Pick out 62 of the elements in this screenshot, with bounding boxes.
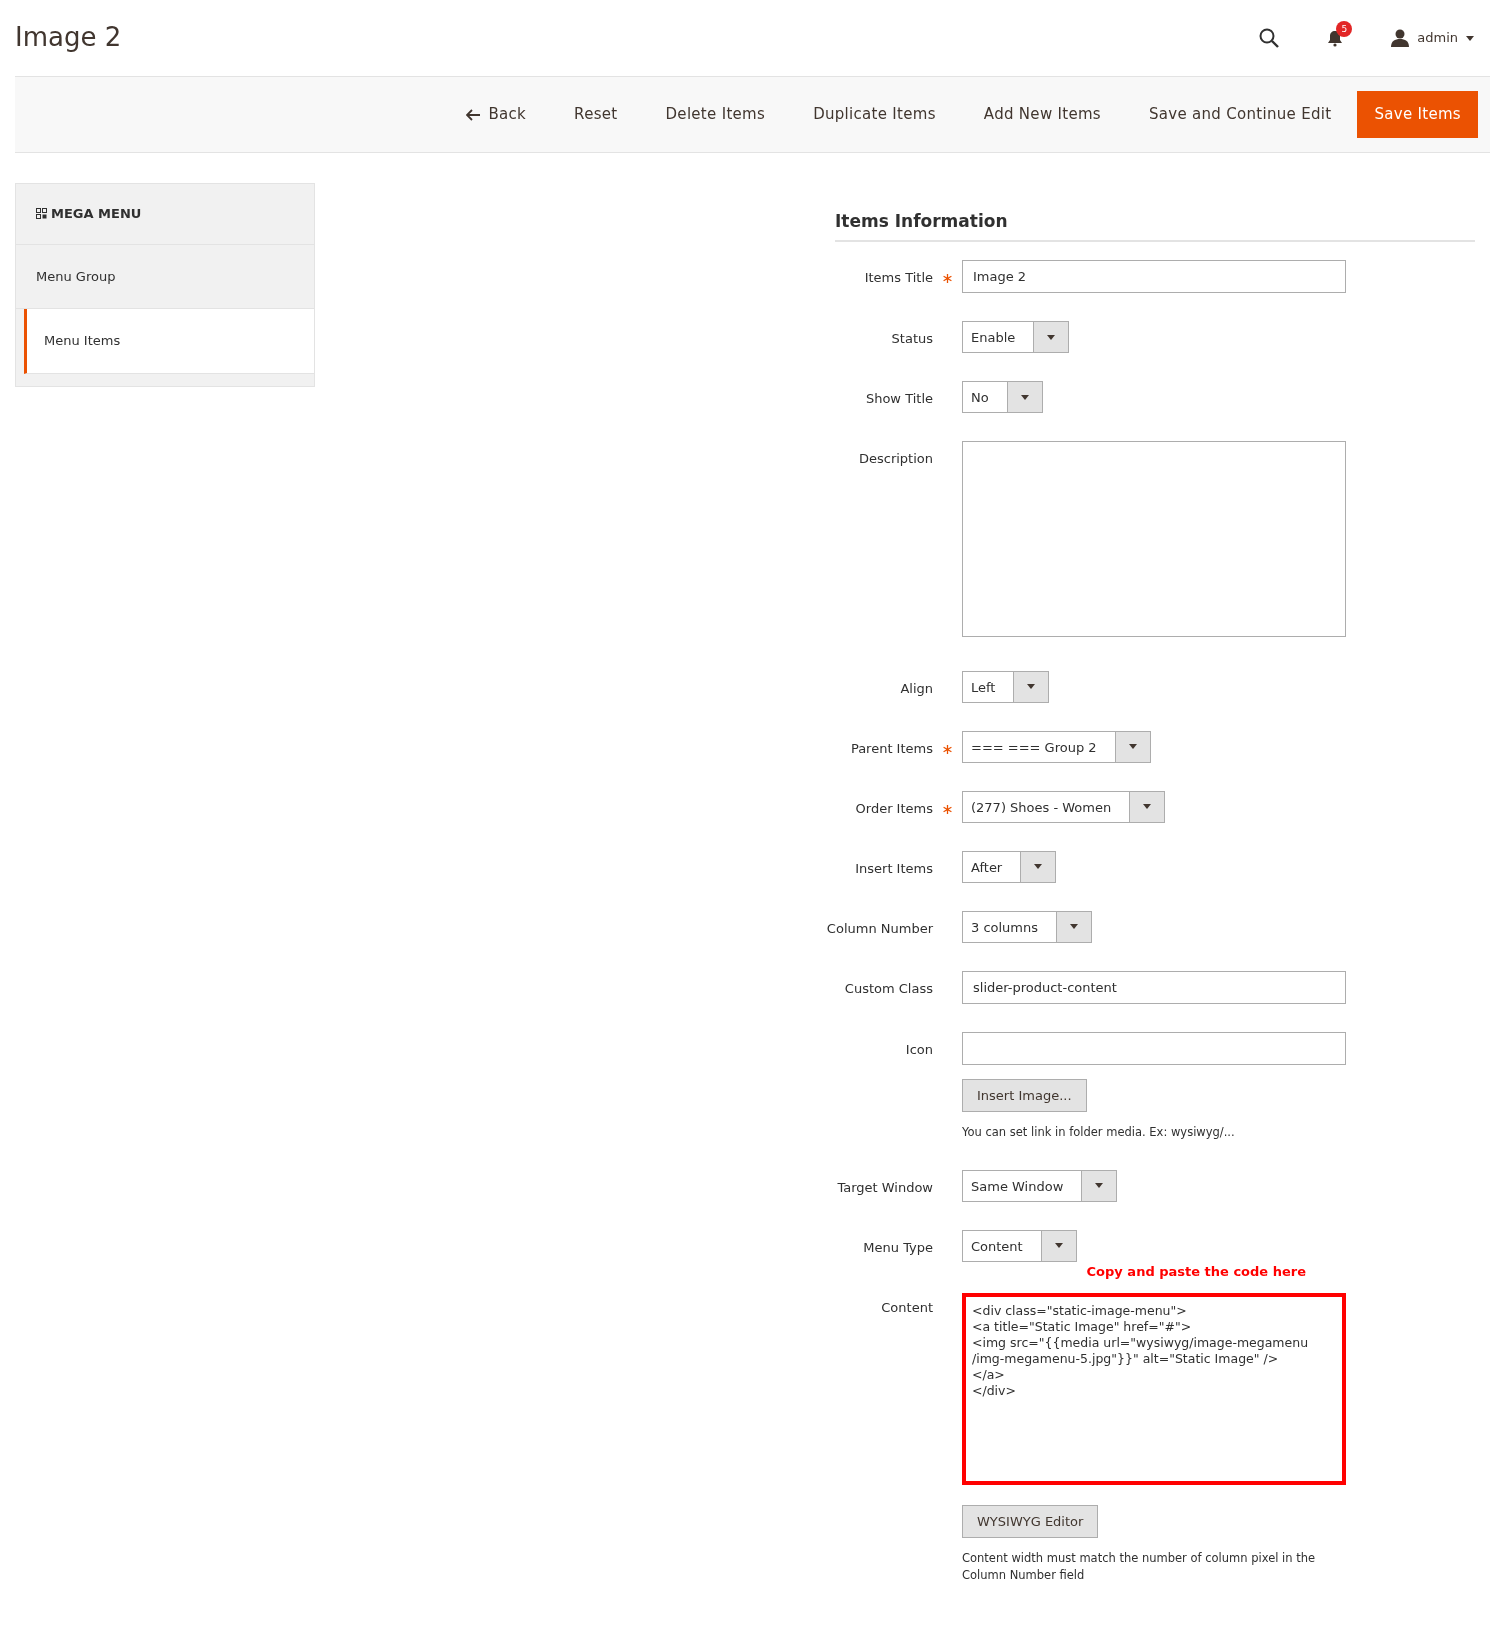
caret-icon bbox=[1047, 334, 1056, 340]
field-label: Status bbox=[890, 330, 933, 349]
annotation-text: Copy and paste the code here bbox=[1085, 1262, 1307, 1281]
field-label: Column Number bbox=[825, 919, 933, 938]
notification-count: 5 bbox=[1336, 21, 1353, 38]
caret-icon bbox=[1466, 35, 1474, 41]
input-field[interactable] bbox=[962, 1031, 1346, 1065]
toolbar-button[interactable]: Save and Continue Edit bbox=[1127, 93, 1354, 136]
editor-button[interactable]: Insert Image... bbox=[962, 1078, 1087, 1113]
toolbar-button[interactable]: Delete Items bbox=[643, 93, 788, 136]
sidebar-item[interactable]: Menu Items bbox=[24, 309, 314, 374]
user-menu[interactable]: admin bbox=[1391, 28, 1474, 48]
caret-icon bbox=[1128, 744, 1137, 750]
caret-icon bbox=[1143, 804, 1152, 810]
grid-icon bbox=[36, 208, 47, 220]
field-label: Order Items bbox=[854, 799, 933, 818]
field-label: Align bbox=[899, 679, 933, 698]
field-label: Parent Items bbox=[849, 739, 933, 758]
back-button[interactable]: Back bbox=[444, 93, 549, 136]
dropdown[interactable]: Left bbox=[962, 670, 1050, 703]
field-label: Show Title bbox=[864, 390, 933, 409]
toolbar-button[interactable]: Duplicate Items bbox=[791, 93, 958, 136]
asterisk-icon bbox=[943, 804, 952, 814]
section-title: Items Information bbox=[835, 211, 1475, 243]
dropdown[interactable]: (277) Shoes - Women bbox=[962, 790, 1166, 823]
field-label: Target Window bbox=[836, 1178, 933, 1197]
dropdown[interactable]: After bbox=[962, 850, 1057, 883]
field-label: Icon bbox=[904, 1040, 933, 1059]
toolbar-button[interactable]: Add New Items bbox=[961, 93, 1123, 136]
toolbar-button[interactable]: Reset bbox=[552, 93, 640, 136]
caret-icon bbox=[1020, 394, 1029, 400]
field-note: You can set link in folder media. Ex: wysiwyg/... bbox=[962, 1124, 1236, 1142]
arrow-icon bbox=[466, 108, 481, 121]
sidebar-title: MEGA MENU bbox=[51, 205, 142, 223]
save-button[interactable]: Save Items bbox=[1357, 91, 1478, 138]
dropdown[interactable]: Enable bbox=[962, 321, 1070, 354]
user-icon bbox=[1391, 29, 1410, 47]
field-label: Menu Type bbox=[862, 1238, 933, 1257]
dropdown[interactable]: 3 columns bbox=[962, 910, 1093, 943]
dropdown[interactable]: Content bbox=[962, 1229, 1077, 1262]
dropdown[interactable]: === === Group 2 bbox=[962, 730, 1151, 763]
page-title: Image 2 bbox=[15, 22, 122, 54]
editor-button[interactable]: WYSIWYG Editor bbox=[962, 1504, 1099, 1539]
caret-icon bbox=[1027, 684, 1036, 690]
field-label: Items Title bbox=[863, 269, 933, 288]
caret-icon bbox=[1070, 924, 1079, 930]
dropdown[interactable]: No bbox=[962, 381, 1043, 414]
input-field[interactable]: Image 2 bbox=[962, 260, 1346, 294]
asterisk-icon bbox=[943, 744, 952, 754]
field-label: Description bbox=[857, 450, 933, 469]
field-label: Content bbox=[880, 1298, 933, 1317]
text-area[interactable]: <div class="static-image-menu"> <a title="Static Image" href="#"> <img src="{{media url="wysiwyg/image-megamenu /img-megamenu-5.jpg"}}" alt="Static Image" /> </a> </div> bbox=[962, 1293, 1346, 1486]
field-label: Custom Class bbox=[843, 979, 933, 998]
caret-icon bbox=[1095, 1183, 1104, 1189]
caret-icon bbox=[1034, 864, 1043, 870]
asterisk-icon bbox=[943, 274, 952, 284]
dropdown[interactable]: Same Window bbox=[962, 1169, 1118, 1202]
field-label: Insert Items bbox=[854, 859, 933, 878]
search-icon[interactable] bbox=[1259, 28, 1280, 48]
caret-icon bbox=[1054, 1243, 1063, 1249]
input-field[interactable]: slider-product-content bbox=[962, 970, 1346, 1004]
field-note: Content width must match the number of column pixel in the Column Number field bbox=[962, 1550, 1317, 1585]
